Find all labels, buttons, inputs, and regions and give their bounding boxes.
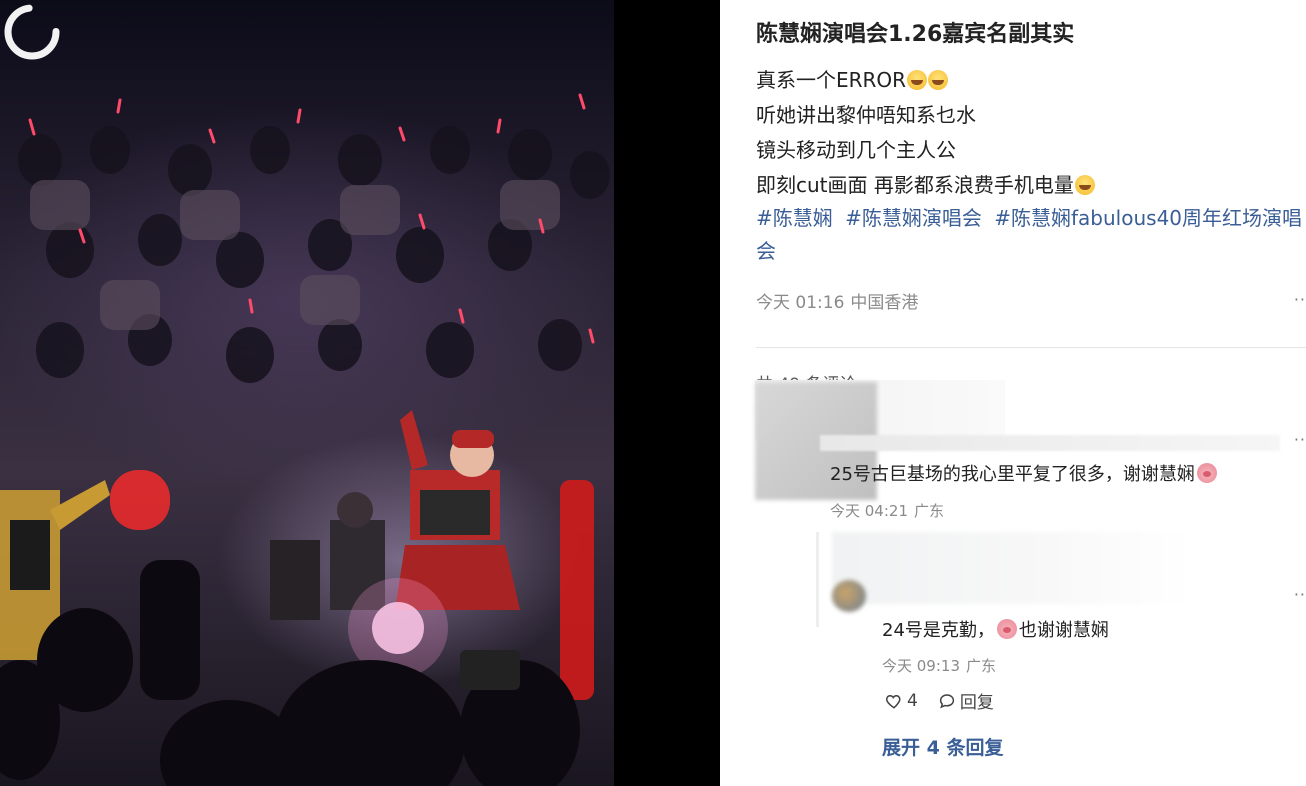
pane-separator	[614, 0, 720, 786]
like-count: 4	[907, 690, 918, 711]
heart-icon	[885, 694, 901, 709]
reply-meta: 今天 09:13 广东	[882, 657, 997, 675]
hashtag-list: #陈慧娴 #陈慧娴演唱会 #陈慧娴fabulous40周年红场演唱会	[756, 202, 1306, 268]
post-panel: 陈慧娴演唱会1.26嘉宾名副其实 真系一个ERROR 听她讲出黎仲唔知系乜水 镜…	[720, 0, 1306, 786]
post-more-icon[interactable]: ··	[1294, 290, 1306, 309]
post-line-1: 真系一个ERROR	[756, 64, 949, 93]
comment-bubble-icon	[939, 693, 954, 708]
hashtag-link[interactable]: #陈慧娴演唱会	[845, 206, 982, 230]
loading-spinner-icon	[4, 4, 60, 60]
reply-text: 24号是克勤， 也谢谢慧娴	[882, 619, 1109, 641]
reply-avatar[interactable]	[832, 580, 866, 612]
post-meta: 今天 01:16 中国香港	[756, 288, 924, 313]
comment-text: 25号古巨基场的我心里平复了很多，谢谢慧娴	[830, 460, 1219, 486]
post-location: 中国香港	[850, 293, 919, 313]
grinning-sweat-emoji-icon	[1074, 175, 1095, 195]
post-line-4: 即刻cut画面 再影都系浪费手机电量	[756, 169, 1095, 198]
hashtag-link[interactable]: #陈慧娴fabulous40周年红场演唱会	[756, 206, 1302, 263]
concert-video[interactable]	[0, 0, 614, 786]
comment-meta: 今天 04:21 广东	[830, 502, 945, 520]
commenter-name-redacted	[820, 435, 1280, 451]
expand-replies-link[interactable]: 展开 4 条回复	[882, 733, 1003, 760]
grinning-sweat-emoji-icon	[907, 70, 928, 90]
post-line-3: 镜头移动到几个主人公	[756, 138, 956, 162]
reply-label: 回复	[959, 693, 994, 713]
concert-scene	[0, 93, 610, 786]
hashtag-link[interactable]: #陈慧娴	[756, 206, 833, 230]
grinning-sweat-emoji-icon	[928, 70, 949, 90]
reply-button[interactable]: 回复	[938, 688, 994, 713]
pig-face-emoji-icon	[996, 619, 1017, 639]
post-title: 陈慧娴演唱会1.26嘉宾名副其实	[756, 22, 1075, 47]
comment-more-icon[interactable]: ··	[1294, 430, 1306, 449]
reply-thread-line	[816, 532, 819, 627]
post-time: 今天 01:16	[756, 293, 845, 313]
reply-author-redacted	[832, 532, 1192, 604]
reply-more-icon[interactable]: ··	[1294, 585, 1306, 604]
pig-face-emoji-icon	[1196, 463, 1217, 483]
like-button[interactable]: 4	[885, 691, 918, 711]
divider	[756, 347, 1306, 348]
post-line-2: 听她讲出黎仲唔知系乜水	[756, 103, 976, 127]
reply-actions: 4 回复	[885, 688, 994, 713]
